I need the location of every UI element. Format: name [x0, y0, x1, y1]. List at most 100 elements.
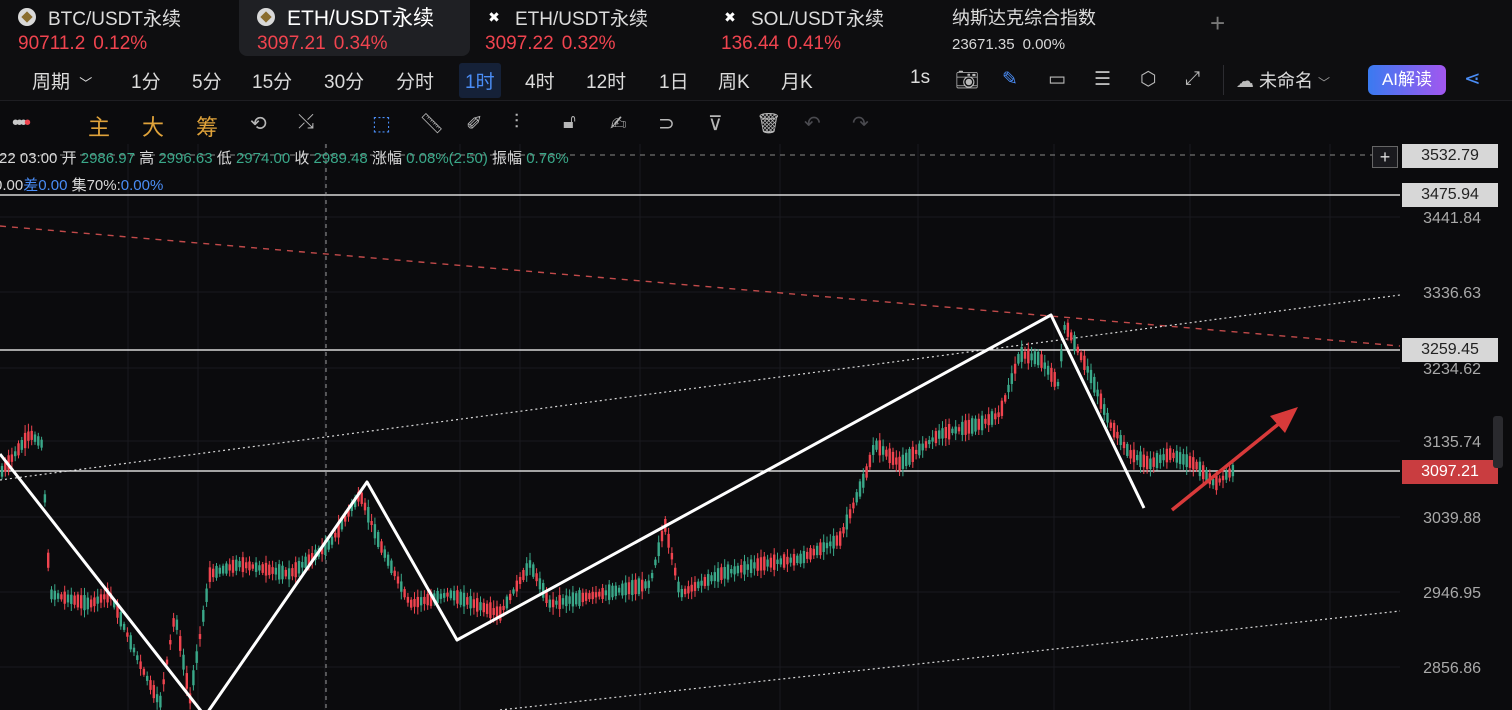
candle-body: [1136, 454, 1139, 461]
period-15m[interactable]: 15分: [252, 67, 292, 94]
candle-body: [43, 494, 47, 503]
period-month[interactable]: 月K: [781, 67, 813, 94]
ruler-icon[interactable]: 📏︎: [419, 111, 444, 136]
candle-body: [416, 596, 419, 608]
candle-body: [565, 595, 568, 607]
period-dropdown[interactable]: 周期 ﹀: [32, 67, 92, 94]
candle-body: [466, 597, 469, 605]
candle-body: [848, 509, 852, 519]
ticker-tab-nasdaq[interactable]: 纳斯达克综合指数 23671.35 0.00%: [936, 0, 1176, 56]
indicator-main[interactable]: 主: [88, 110, 110, 142]
candle-body: [614, 585, 617, 597]
candle-body: [136, 655, 139, 661]
candle-body: [439, 593, 443, 599]
layout-dropdown[interactable]: ☁︎ 未命名 ﹀: [1236, 67, 1330, 93]
price-tag[interactable]: 3532.79: [1402, 144, 1498, 168]
candle-body: [522, 570, 525, 580]
candle-body: [1172, 452, 1175, 459]
candle-body: [914, 449, 918, 454]
candle-body: [212, 568, 215, 578]
scrollbar[interactable]: [1493, 416, 1503, 468]
edit-icon[interactable]: ✍: [610, 111, 627, 136]
candle-body: [601, 587, 604, 600]
lock-icon[interactable]: 🔓︎: [563, 111, 576, 134]
candle-body: [571, 592, 575, 607]
period-1h[interactable]: 1时: [459, 63, 501, 98]
candle-body: [835, 535, 839, 546]
period-1d[interactable]: 1日: [659, 67, 689, 94]
ticker-tab-eth-active[interactable]: ETH/USDT永续 3097.21 0.34%: [239, 0, 470, 56]
indicator-chips[interactable]: 筹: [196, 110, 218, 142]
ticker-tab-sol[interactable]: ✖ SOL/USDT永续 136.44 0.41%: [703, 0, 933, 56]
candle-body: [271, 567, 274, 574]
candle-body: [281, 565, 284, 580]
more-menu-icon[interactable]: ••••: [12, 112, 31, 135]
share-icon[interactable]: ⋖: [1464, 66, 1481, 91]
candle-body: [901, 454, 905, 469]
candle-body: [911, 446, 914, 462]
undo-icon[interactable]: ↶: [804, 111, 821, 136]
indicator-large[interactable]: 大: [142, 110, 164, 142]
concentration-label: 集70%:: [71, 177, 121, 194]
chips-info-line: 0.00差0.00 集70%:0.00%: [0, 174, 163, 195]
add-price-alert-button[interactable]: +: [1372, 146, 1398, 168]
add-tab-icon[interactable]: +: [1210, 8, 1225, 39]
change-value: 0.08%(2.50): [406, 150, 488, 167]
candle-tool-icon[interactable]: ⫶: [514, 111, 519, 134]
comment-icon[interactable]: ▭: [1048, 68, 1066, 91]
candle-body: [1185, 454, 1188, 468]
current-price-tag[interactable]: 3097.21: [1402, 460, 1498, 484]
ticker-tab-btc[interactable]: BTC/USDT永续 90711.2 0.12%: [0, 0, 236, 56]
ticker-price: 23671.35: [952, 36, 1015, 53]
redo-icon[interactable]: ↷: [852, 111, 869, 136]
settings-icon[interactable]: ⬡: [1140, 68, 1157, 91]
candle-body: [621, 583, 624, 596]
ticker-tab-eth[interactable]: ✖ ETH/USDT永续 3097.22 0.32%: [467, 0, 703, 56]
chips-prefix: 0.00: [0, 177, 24, 194]
cursor-icon[interactable]: ⬚: [372, 111, 391, 136]
ticker-change: 0.00%: [1022, 36, 1066, 53]
period-week[interactable]: 周K: [718, 67, 750, 94]
candle-body: [215, 565, 218, 578]
filter-icon[interactable]: ⊽: [708, 111, 723, 136]
fullscreen-icon[interactable]: ⤢: [1185, 68, 1200, 90]
period-30m[interactable]: 30分: [324, 67, 364, 94]
candle-body: [1152, 457, 1155, 467]
candle-body: [802, 550, 806, 564]
candle-body: [261, 564, 264, 573]
trash-icon[interactable]: 🗑︎: [756, 111, 781, 136]
candle-body: [1060, 350, 1063, 362]
compare-icon[interactable]: ⤯: [298, 111, 314, 134]
candle-body: [129, 635, 132, 650]
replay-icon[interactable]: ⟲: [250, 111, 267, 136]
pencil-icon[interactable]: ✎: [1002, 68, 1018, 91]
chart-canvas[interactable]: 3441.84 3336.63 3234.62 3135.74 3039.88 2946.…: [0, 144, 1512, 710]
candle-body: [538, 578, 542, 590]
price-tag[interactable]: 3259.45: [1402, 338, 1498, 362]
candle-body: [37, 436, 40, 446]
candle-body: [231, 559, 235, 573]
interval-1s[interactable]: 1s: [910, 67, 930, 89]
period-1m[interactable]: 1分: [131, 67, 161, 94]
period-timeshare[interactable]: 分时: [396, 67, 434, 94]
ai-analysis-button[interactable]: AI解读: [1368, 65, 1446, 95]
ticker-change: 0.41%: [787, 33, 841, 54]
period-5m[interactable]: 5分: [192, 67, 222, 94]
candle-body: [27, 431, 30, 441]
period-4h[interactable]: 4时: [525, 67, 555, 94]
candle-body: [363, 502, 367, 511]
magnet-icon[interactable]: ⊃: [658, 111, 675, 136]
price-chart[interactable]: 3441.84 3336.63 3234.62 3135.74 3039.88 2946.…: [0, 144, 1512, 710]
candle-body: [406, 596, 410, 603]
candle-body: [169, 640, 172, 645]
price-tag[interactable]: 3475.94: [1402, 183, 1498, 207]
candle-body: [984, 418, 987, 424]
candle-date: -22 03:00: [0, 150, 58, 167]
list-icon[interactable]: ☰: [1094, 68, 1111, 91]
candle-body: [1053, 372, 1056, 387]
candle-body: [1202, 465, 1205, 480]
candle-body: [400, 581, 403, 592]
brush-icon[interactable]: ✐: [466, 111, 483, 136]
camera-icon[interactable]: 📷︎: [955, 68, 979, 92]
period-12h[interactable]: 12时: [586, 67, 626, 94]
